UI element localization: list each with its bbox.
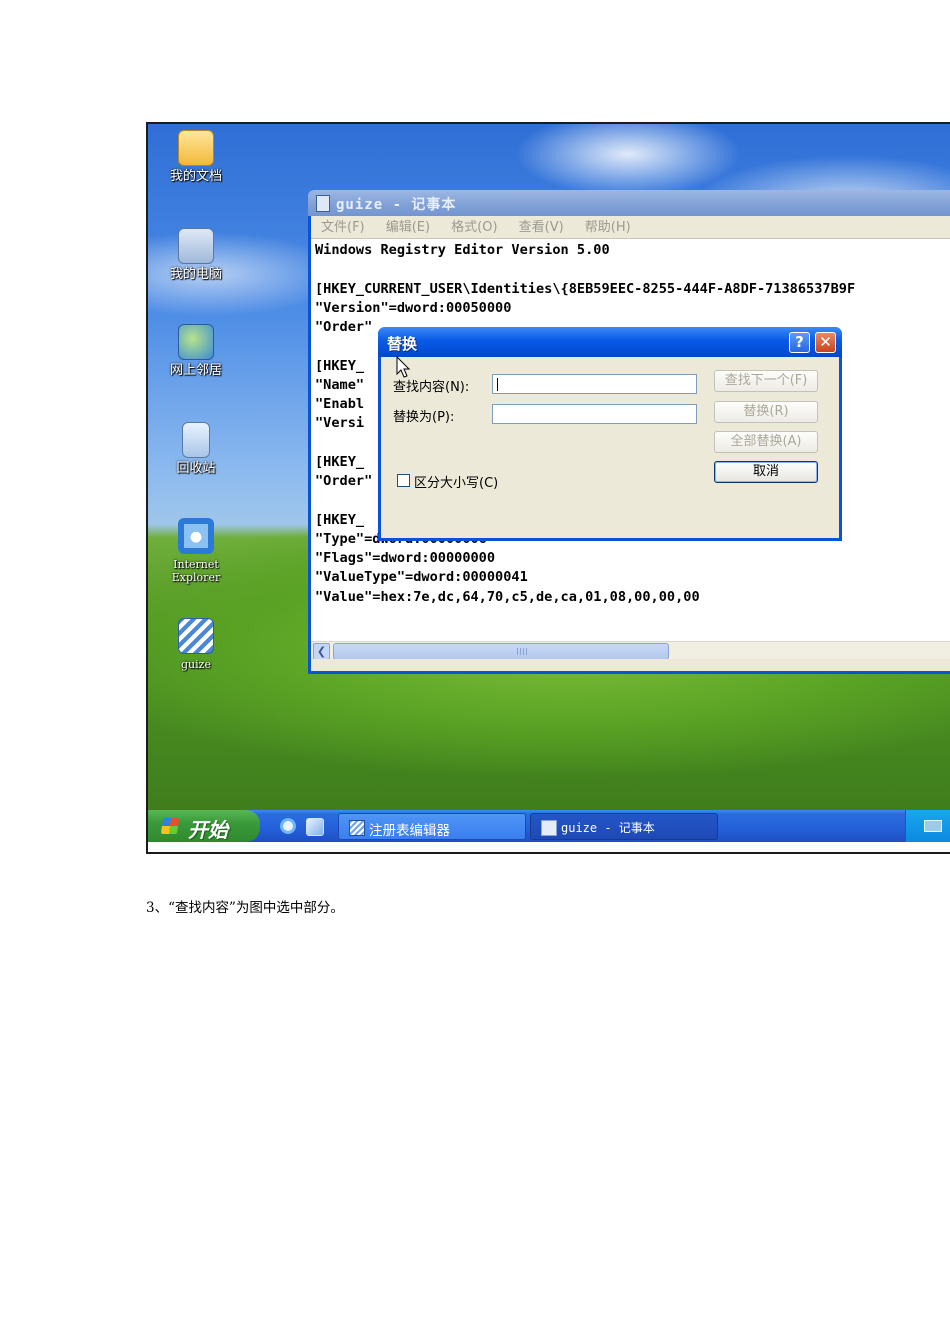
screenshot-frame: 我的文档 我的电脑 网上邻居 回收站 Internet Explorer gui… — [146, 122, 950, 854]
replace-button[interactable]: 替换(R) — [714, 401, 818, 423]
replace-input[interactable] — [492, 404, 697, 424]
keyboard-icon[interactable] — [924, 820, 942, 832]
regedit-icon — [349, 820, 365, 836]
horizontal-scrollbar[interactable]: ❮ — [311, 641, 950, 660]
match-case-label: 区分大小写(C) — [414, 476, 499, 491]
taskbar: 开始 注册表编辑器 guize - 记事本 — [148, 810, 950, 842]
scrollbar-thumb[interactable] — [333, 643, 669, 660]
desktop-icon-label: 我的电脑 — [169, 267, 222, 282]
replace-label: 替换为(P): — [393, 410, 455, 425]
registry-file-icon — [178, 618, 214, 654]
dialog-titlebar[interactable]: 替换 ? ✕ — [378, 327, 842, 357]
desktop-icon-label: Internet — [173, 558, 219, 571]
match-case-checkbox[interactable] — [397, 474, 410, 487]
start-label: 开始 — [188, 818, 228, 842]
text-caret — [497, 378, 498, 391]
menu-file[interactable]: 文件(F) — [321, 217, 365, 239]
notepad-titlebar[interactable]: guize - 记事本 — [308, 190, 950, 216]
quicklaunch-media-icon[interactable] — [306, 818, 324, 836]
taskbar-button-notepad[interactable]: guize - 记事本 — [530, 813, 718, 840]
replace-all-button[interactable]: 全部替换(A) — [714, 431, 818, 453]
ie-icon — [178, 518, 214, 554]
start-button[interactable]: 开始 — [148, 810, 260, 842]
desktop-icon-label: 网上邻居 — [169, 363, 222, 378]
desktop-icon-label: Explorer — [171, 571, 221, 584]
notepad-title: guize - 记事本 — [336, 197, 457, 213]
desktop-icon-internet-explorer[interactable]: Internet Explorer — [148, 518, 244, 584]
desktop: 我的文档 我的电脑 网上邻居 回收站 Internet Explorer gui… — [148, 124, 950, 842]
help-button[interactable]: ? — [789, 332, 810, 353]
menu-format[interactable]: 格式(O) — [451, 217, 497, 239]
taskbar-button-regedit[interactable]: 注册表编辑器 — [338, 813, 526, 840]
my-computer-icon — [178, 228, 214, 264]
quicklaunch-ie-icon[interactable] — [280, 818, 296, 834]
close-button[interactable]: ✕ — [815, 332, 836, 353]
notepad-menubar: 文件(F) 编辑(E) 格式(O) 查看(V) 帮助(H) — [311, 216, 950, 239]
my-documents-icon — [178, 130, 214, 166]
menu-edit[interactable]: 编辑(E) — [386, 217, 430, 239]
mouse-cursor-icon — [396, 356, 411, 378]
notepad-bottom-edge — [311, 659, 950, 671]
notepad-icon — [316, 195, 330, 212]
desktop-icon-label: 回收站 — [176, 461, 216, 476]
dialog-body: 查找内容(N): 替换为(P): 查找下一个(F) 替换(R) 全部替换(A) … — [381, 357, 839, 538]
menu-help[interactable]: 帮助(H) — [585, 217, 631, 239]
notepad-icon — [541, 820, 557, 836]
taskbar-button-label: 注册表编辑器 — [369, 823, 450, 839]
step-caption: 3、“查找内容”为图中选中部分。 — [146, 900, 344, 916]
find-input[interactable] — [492, 374, 697, 394]
system-tray — [905, 810, 950, 842]
desktop-icon-my-computer[interactable]: 我的电脑 — [148, 228, 244, 282]
desktop-icon-guize[interactable]: guize — [148, 618, 244, 672]
menu-view[interactable]: 查看(V) — [519, 217, 564, 239]
desktop-icon-label: 我的文档 — [169, 169, 222, 184]
network-places-icon — [178, 324, 214, 360]
replace-dialog[interactable]: 替换 ? ✕ 查找内容(N): 替换为(P): 查找下一个(F) 替换(R) 全… — [378, 327, 842, 541]
desktop-icon-network-places[interactable]: 网上邻居 — [148, 324, 244, 378]
taskbar-button-label: guize - 记事本 — [561, 821, 655, 835]
windows-logo-icon — [160, 818, 180, 834]
recycle-bin-icon — [182, 422, 210, 458]
find-next-button[interactable]: 查找下一个(F) — [714, 370, 818, 392]
grip-icon — [517, 648, 527, 655]
desktop-icon-label: guize — [181, 658, 211, 671]
cancel-button[interactable]: 取消 — [714, 461, 818, 483]
desktop-icon-recycle-bin[interactable]: 回收站 — [148, 422, 244, 476]
dialog-title: 替换 — [387, 335, 418, 353]
scroll-left-icon[interactable]: ❮ — [313, 643, 330, 660]
desktop-icon-my-documents[interactable]: 我的文档 — [148, 130, 244, 184]
